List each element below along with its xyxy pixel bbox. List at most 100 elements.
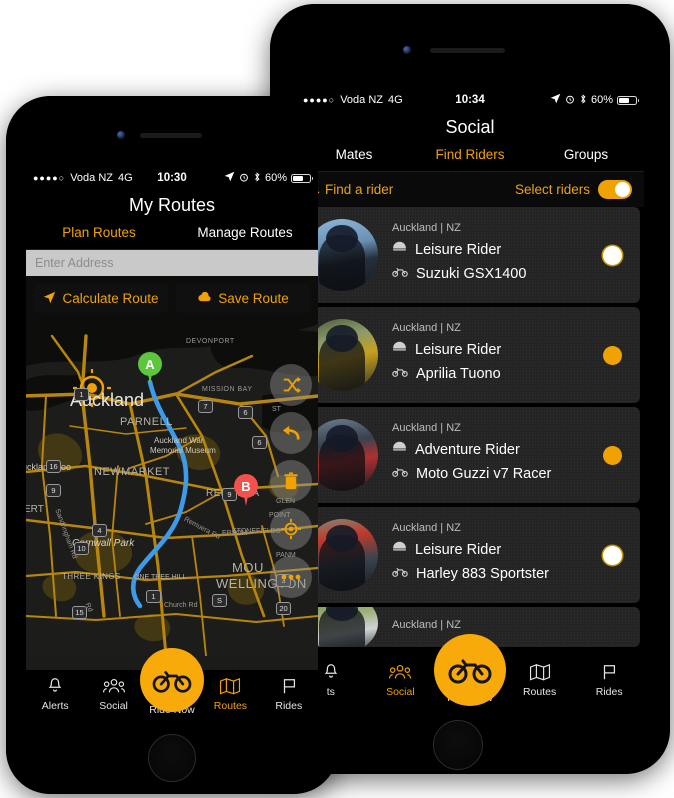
tab-label: Rides: [275, 700, 303, 712]
rider-row[interactable]: Renata H Auckland | NZ Leisure Rider Har…: [300, 507, 640, 603]
front-tab-bar: Alerts Social Ride Now Routes: [26, 648, 318, 720]
tab-groups[interactable]: Groups: [528, 147, 644, 162]
motorcycle-icon: [392, 365, 408, 382]
map-icon: [201, 675, 259, 697]
trash-icon[interactable]: [270, 460, 312, 502]
carrier-label: Voda NZ: [340, 94, 383, 106]
ride-now-button[interactable]: [140, 648, 204, 712]
rider-bike: Moto Guzzi v7 Racer: [416, 465, 552, 482]
signal-dots-icon: ●●●●○: [303, 94, 336, 105]
calculate-route-button[interactable]: Calculate Route: [34, 284, 168, 313]
rider-location: Auckland | NZ: [392, 222, 461, 234]
rider-row[interactable]: Alley M Auckland | NZ Adventure Rider Mo…: [300, 407, 640, 503]
select-rider-dot[interactable]: [603, 245, 622, 265]
tab-plan-routes[interactable]: Plan Routes: [26, 225, 172, 240]
select-rider-dot[interactable]: [603, 345, 622, 365]
rider-bike: Harley 883 Sportster: [416, 565, 549, 582]
search-rider-label: Find a rider: [325, 182, 394, 197]
select-riders-toggle[interactable]: [598, 180, 632, 199]
tab-label: Social: [99, 700, 128, 712]
tab-mates[interactable]: Mates: [296, 147, 412, 162]
earpiece-speaker: [140, 133, 202, 138]
tab-label: Alerts: [41, 700, 69, 712]
earpiece-speaker: [430, 48, 505, 53]
helmet-icon: [392, 540, 407, 559]
rider-row[interactable]: Kal G Auckland | NZ Leisure Rider Suzuki…: [300, 207, 640, 303]
tab-rides[interactable]: Rides: [574, 656, 644, 698]
home-button[interactable]: [433, 720, 483, 770]
front-phone-screen: ●●●●○ Voda NZ 4G 10:30 60% My Routes Pla…: [26, 168, 318, 720]
rider-type: Leisure Rider: [415, 341, 502, 358]
start-pin-a[interactable]: A: [138, 352, 162, 384]
back-tab-bar: ts Social Ride Now Routes: [296, 634, 644, 706]
flag-icon: [574, 661, 644, 683]
back-phone: ●●●●○ Voda NZ 4G 10:34 60% Social Mates …: [270, 4, 670, 774]
tab-social[interactable]: Social: [366, 656, 436, 698]
front-page-title: My Routes: [26, 188, 318, 225]
motorcycle-icon: [152, 670, 192, 693]
navigation-arrow-icon: [43, 291, 56, 307]
route-map[interactable]: DEVONPORT Auckland PARNELL MISSION BAY A…: [26, 276, 318, 670]
motorcycle-icon: [392, 465, 408, 482]
undo-icon[interactable]: [270, 412, 312, 454]
locate-me-icon[interactable]: [270, 508, 312, 550]
select-riders-label: Select riders: [514, 182, 590, 197]
tab-label: Routes: [213, 700, 248, 712]
save-route-label: Save Route: [218, 291, 289, 306]
tab-routes[interactable]: Routes: [505, 656, 575, 698]
tab-label: Routes: [522, 686, 557, 698]
save-route-button[interactable]: Save Route: [176, 284, 310, 313]
rider-bike: Aprilia Tuono: [416, 365, 501, 382]
battery-percent-label: 60%: [264, 172, 288, 184]
calculate-route-label: Calculate Route: [62, 291, 159, 306]
alarm-clock-icon: [565, 94, 575, 107]
tab-rides[interactable]: Rides: [260, 670, 318, 712]
motorcycle-icon: [392, 565, 408, 582]
search-rider-button[interactable]: Find a rider: [308, 182, 393, 197]
address-input[interactable]: Enter Address: [26, 250, 318, 276]
more-options-icon[interactable]: [270, 556, 312, 598]
people-icon: [84, 675, 142, 697]
motorcycle-icon: [392, 265, 408, 282]
front-camera-icon: [117, 131, 125, 139]
select-rider-dot[interactable]: [603, 545, 622, 565]
rider-list[interactable]: Kal G Auckland | NZ Leisure Rider Suzuki…: [296, 207, 644, 647]
back-phone-screen: ●●●●○ Voda NZ 4G 10:34 60% Social Mates …: [296, 90, 644, 706]
front-status-bar: ●●●●○ Voda NZ 4G 10:30 60%: [26, 168, 318, 188]
map-icon: [505, 661, 575, 683]
home-button[interactable]: [148, 734, 196, 782]
battery-icon: [617, 95, 640, 105]
helmet-icon: [392, 440, 407, 459]
tab-find-riders[interactable]: Find Riders: [412, 147, 528, 162]
flag-icon: [260, 675, 318, 697]
address-placeholder: Enter Address: [35, 256, 114, 270]
bluetooth-icon: [579, 93, 587, 108]
select-rider-dot[interactable]: [603, 445, 622, 465]
end-pin-b[interactable]: B: [234, 474, 258, 506]
location-arrow-icon: [550, 93, 561, 107]
rider-row[interactable]: Ken E Auckland | NZ Leisure Rider Aprili…: [300, 307, 640, 403]
rider-location: Auckland | NZ: [392, 422, 461, 434]
swap-waypoints-icon[interactable]: [270, 364, 312, 406]
location-arrow-icon: [224, 171, 235, 185]
back-page-title: Social: [296, 110, 644, 147]
clock-label: 10:34: [455, 94, 485, 106]
tab-alerts[interactable]: Alerts: [26, 670, 84, 712]
alarm-clock-icon: [239, 172, 249, 185]
rider-location: Auckland | NZ: [392, 618, 461, 631]
tab-social[interactable]: Social: [84, 670, 142, 712]
people-icon: [366, 661, 436, 683]
tab-routes[interactable]: Routes: [201, 670, 259, 712]
tab-label: Social: [386, 686, 415, 698]
rider-location: Auckland | NZ: [392, 522, 461, 534]
map-action-buttons: Calculate Route Save Route: [34, 284, 310, 313]
rider-location: Auckland | NZ: [392, 322, 461, 334]
bell-icon: [26, 675, 84, 697]
network-label: 4G: [118, 172, 133, 184]
rider-type: Adventure Rider: [415, 441, 520, 458]
ride-now-button[interactable]: [434, 634, 506, 706]
helmet-icon: [392, 240, 407, 259]
motorcycle-icon: [448, 659, 492, 684]
tab-manage-routes[interactable]: Manage Routes: [172, 225, 318, 240]
rider-type: Leisure Rider: [415, 541, 502, 558]
